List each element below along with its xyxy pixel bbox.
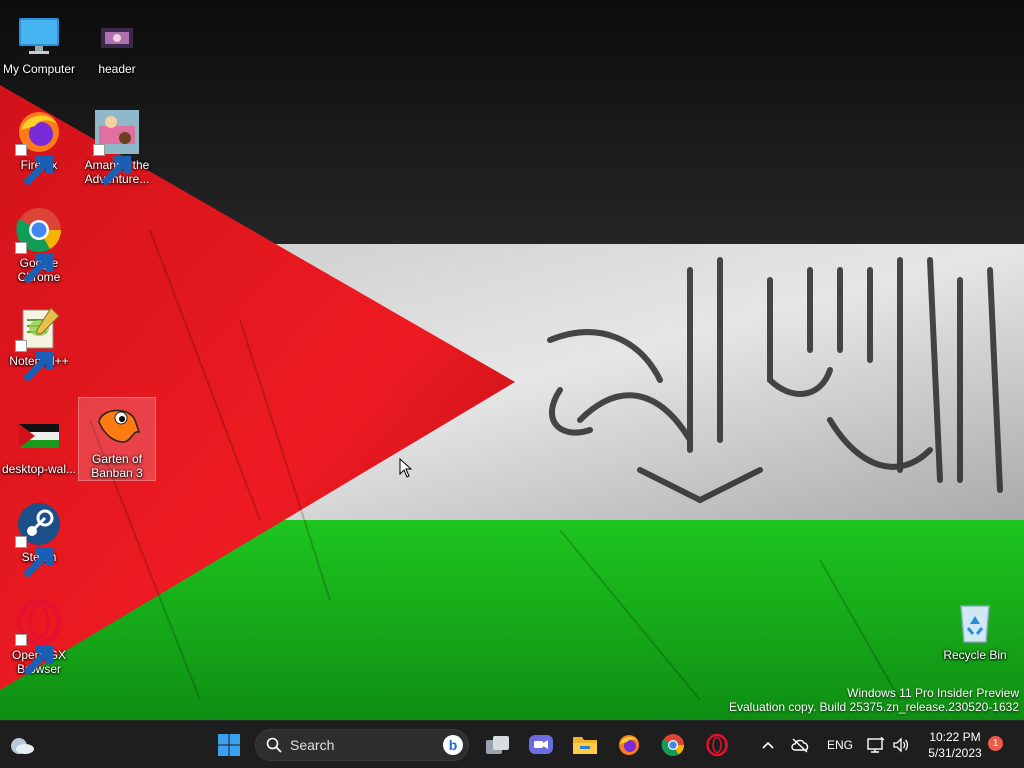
file-explorer-button[interactable]: [569, 729, 601, 761]
network-button[interactable]: [864, 729, 888, 761]
show-hidden-icons-button[interactable]: [754, 729, 782, 761]
image-file-icon: [93, 12, 141, 60]
flag-image-icon: [15, 412, 63, 460]
desktop-icon-steam[interactable]: Steam: [0, 496, 78, 578]
taskbar-opera-gx-button[interactable]: [701, 729, 733, 761]
desktop-icon-garten-of-banban-3[interactable]: Garten of Banban 3: [78, 397, 156, 481]
chat-button[interactable]: [525, 729, 557, 761]
task-view-button[interactable]: [482, 729, 514, 761]
desktop-icon-label: Garten of Banban 3: [91, 452, 143, 480]
firefox-icon: [15, 108, 63, 186]
shortcut-arrow-icon: [15, 242, 54, 284]
desktop-icon-google-chrome[interactable]: Google Chrome: [0, 202, 78, 284]
taskbar-search-box[interactable]: Search b: [255, 729, 469, 761]
network-icon: [867, 737, 885, 753]
shortcut-arrow-icon: [15, 634, 54, 676]
notepad-plus-plus-icon: [15, 304, 63, 382]
recycle-bin-icon: [951, 598, 999, 646]
steam-icon: [15, 500, 63, 578]
weather-cloud-icon: [9, 734, 35, 756]
watermark-edition: Windows 11 Pro Insider Preview: [847, 686, 1019, 700]
windows-logo-icon: [217, 733, 241, 757]
taskbar-firefox-button[interactable]: [613, 729, 645, 761]
desktop-icon-label: desktop-wal...: [1, 462, 77, 476]
clock-time: 10:22 PM: [929, 730, 981, 744]
search-placeholder: Search: [290, 737, 335, 753]
clock-date: 5/31/2023: [928, 746, 982, 760]
start-button[interactable]: [213, 729, 245, 761]
desktop-icon-my-computer[interactable]: My Computer: [0, 8, 78, 76]
windows-watermark: Windows 11 Pro Insider Preview Evaluatio…: [729, 686, 1019, 714]
desktop-icon-amanda-the-adventurer[interactable]: Amanda the Adventure...: [78, 104, 156, 186]
bing-icon: b: [442, 734, 464, 756]
notification-count-badge[interactable]: 1: [988, 736, 1003, 751]
desktop-icon-firefox[interactable]: Firefox: [0, 104, 78, 186]
search-icon: [266, 737, 282, 753]
desktop-icon-label: My Computer: [2, 62, 76, 76]
task-view-icon: [485, 734, 511, 756]
widgets-button[interactable]: [6, 729, 38, 761]
shortcut-arrow-icon: [93, 144, 132, 186]
game-thumbnail-icon: [93, 108, 141, 186]
monitor-icon: [15, 12, 63, 60]
chrome-icon: [15, 206, 63, 284]
teams-chat-icon: [528, 733, 554, 757]
onedrive-button[interactable]: [786, 729, 814, 761]
desktop-icon-recycle-bin[interactable]: Recycle Bin: [936, 594, 1014, 662]
volume-button[interactable]: [889, 729, 913, 761]
desktop-icon-label: Recycle Bin: [943, 648, 1007, 662]
taskbar-chrome-button[interactable]: [657, 729, 689, 761]
chevron-up-icon: [761, 740, 775, 750]
input-language-indicator[interactable]: ENG: [827, 738, 853, 752]
cloud-offline-icon: [790, 737, 810, 753]
desktop-icon-notepad-plus-plus[interactable]: Notepad++: [0, 300, 78, 382]
folder-icon: [572, 734, 598, 756]
shortcut-arrow-icon: [15, 340, 54, 382]
chrome-icon: [661, 733, 685, 757]
desktop-icon-opera-gx[interactable]: Opera GX Browser: [0, 594, 78, 676]
shortcut-arrow-icon: [15, 144, 54, 186]
speaker-icon: [892, 737, 910, 753]
opera-gx-icon: [705, 733, 729, 757]
watermark-build: Evaluation copy. Build 25375.zn_release.…: [729, 700, 1019, 714]
orange-bird-icon: [93, 402, 141, 450]
svg-text:b: b: [449, 737, 458, 753]
firefox-icon: [617, 733, 641, 757]
mouse-cursor-icon: [399, 457, 413, 483]
desktop-icon-desktop-wallpaper[interactable]: desktop-wal...: [0, 408, 78, 476]
clock-button[interactable]: 10:22 PM 5/31/2023: [920, 729, 990, 761]
desktop-icon-label: header: [98, 62, 136, 76]
opera-gx-icon: [15, 598, 63, 676]
desktop-icon-header[interactable]: header: [78, 8, 156, 76]
taskbar: Search b ENG 10:22 PM 5/31/2023: [0, 720, 1024, 768]
shortcut-arrow-icon: [15, 536, 54, 578]
